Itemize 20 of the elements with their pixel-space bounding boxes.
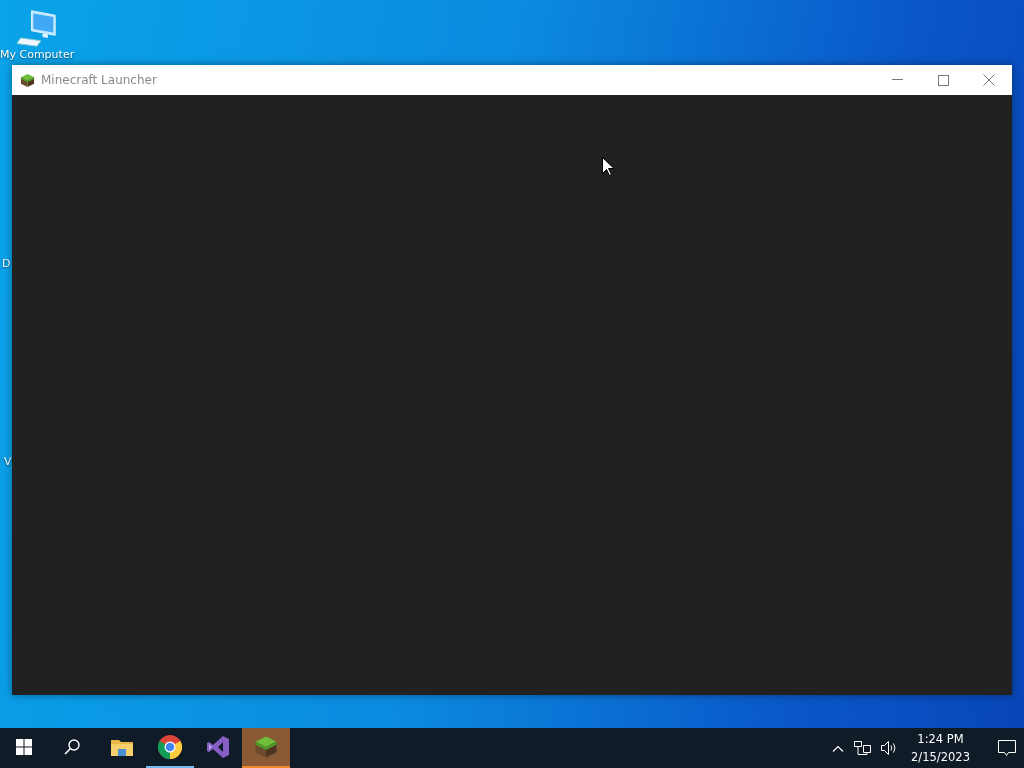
notification-icon[interactable]: [998, 739, 1016, 757]
grass-block-icon: [20, 72, 35, 88]
network-icon[interactable]: [854, 740, 872, 756]
icon-label: D: [2, 257, 11, 270]
clock[interactable]: 1:24 PM 2/15/2023: [907, 730, 974, 766]
icon-label: My Computer: [0, 48, 75, 61]
grass-block-icon: [254, 735, 278, 759]
close-icon: [983, 74, 995, 86]
maximize-icon: [937, 74, 949, 86]
windows-logo-icon: [16, 739, 32, 755]
window-title: Minecraft Launcher: [41, 73, 158, 87]
folder-icon: [111, 738, 133, 756]
search-icon: [64, 739, 80, 755]
minimize-icon: [891, 79, 903, 81]
speaker-icon[interactable]: [881, 741, 898, 755]
chrome-icon: [158, 735, 182, 759]
icon-label: V: [4, 455, 12, 468]
chevron-up-icon[interactable]: [832, 744, 845, 752]
infinity-logo-icon: [206, 735, 230, 759]
mouse-pointer-icon: [602, 157, 614, 176]
